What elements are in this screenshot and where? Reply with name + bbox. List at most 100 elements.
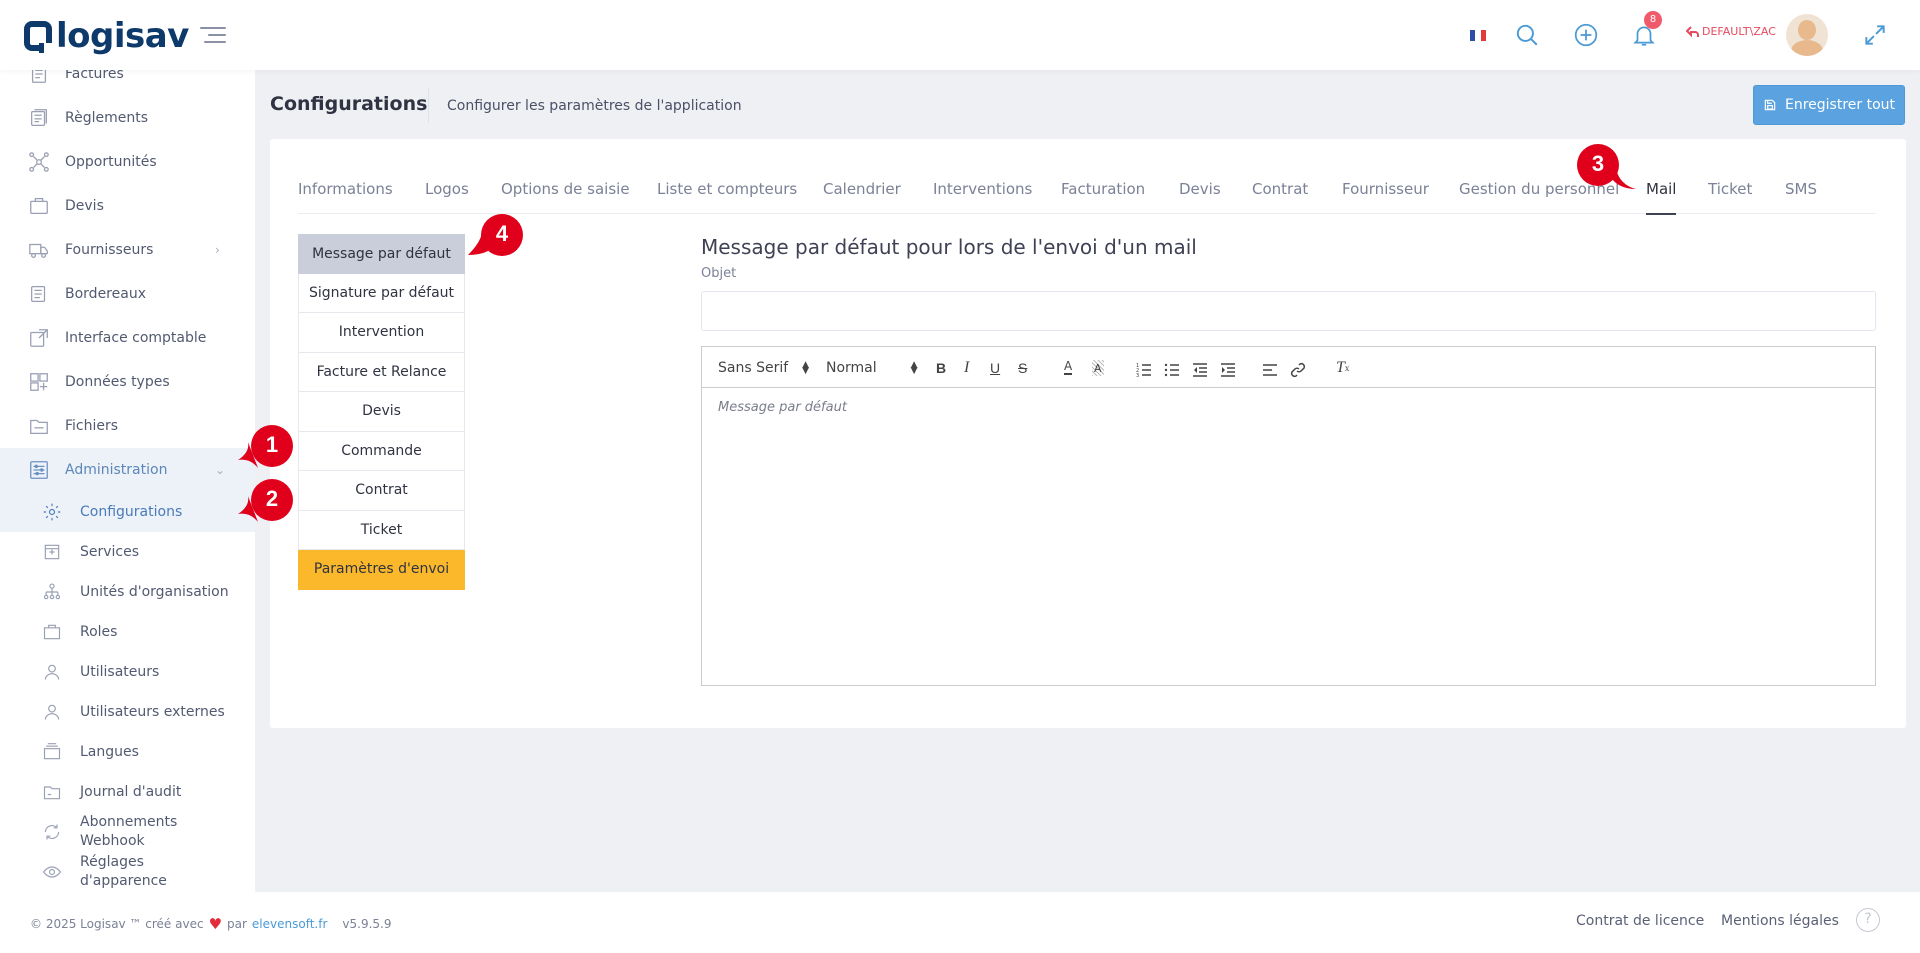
font-size-value: Normal: [826, 360, 877, 376]
app-logo[interactable]: logisav: [24, 16, 189, 56]
mail-nav-ticket[interactable]: Ticket: [298, 510, 465, 550]
text-color-icon[interactable]: A: [1064, 358, 1073, 375]
bullet-list-icon[interactable]: [1164, 360, 1180, 380]
sidebar-item-bordereaux[interactable]: Bordereaux: [0, 272, 255, 316]
link-icon[interactable]: [1290, 360, 1306, 380]
tab-facturation[interactable]: Facturation: [1061, 171, 1145, 214]
expand-icon[interactable]: [1862, 22, 1888, 48]
sidebar-subitem-label: Utilisateurs: [80, 663, 160, 680]
font-family-select[interactable]: Sans Serif ▲ ▼: [718, 358, 809, 378]
sidebar-subitem-webhook[interactable]: Abonnements Webhook: [0, 812, 255, 852]
mail-nav-signature[interactable]: Signature par défaut: [298, 273, 465, 313]
mail-nav-message-defaut[interactable]: Message par défaut: [298, 234, 465, 274]
document-stack-icon: [31, 286, 46, 302]
font-size-select[interactable]: Normal ▲ ▼: [826, 358, 918, 378]
callout-number: 3: [1591, 151, 1605, 176]
save-all-button[interactable]: Enregistrer tout: [1753, 85, 1905, 125]
sidebar-item-devis[interactable]: Devis: [0, 184, 255, 228]
network-icon: [29, 152, 49, 172]
tab-devis[interactable]: Devis: [1179, 171, 1221, 214]
tab-logos[interactable]: Logos: [425, 171, 469, 214]
tab-interventions[interactable]: Interventions: [933, 171, 1032, 214]
editor-body-placeholder[interactable]: Message par défaut: [718, 400, 847, 415]
sidebar-item-interface-comptable[interactable]: Interface comptable: [0, 316, 255, 360]
logo-text: logisav: [56, 16, 189, 56]
services-icon: [44, 544, 60, 560]
mail-nav-devis[interactable]: Devis: [298, 392, 465, 432]
sidebar-item-opportunites[interactable]: Opportunités: [0, 140, 255, 184]
background-color-icon[interactable]: A: [1092, 360, 1104, 376]
mail-nav-contrat[interactable]: Contrat: [298, 471, 465, 511]
bold-icon[interactable]: B: [936, 358, 946, 378]
add-circle-icon[interactable]: [1573, 22, 1599, 48]
mail-settings-nav: Message par défaut Signature par défaut …: [298, 234, 465, 590]
tab-mail[interactable]: Mail: [1646, 171, 1677, 215]
truck-icon: [29, 243, 48, 258]
org-chart-icon: [43, 583, 61, 600]
folder-icon: [30, 419, 48, 434]
underline-icon[interactable]: U: [990, 358, 1000, 378]
sidebar-subitem-langues[interactable]: Langues: [0, 732, 255, 772]
refresh-icon: [44, 824, 60, 840]
sidebar-subitem-utilisateurs-externes[interactable]: Utilisateurs externes: [0, 692, 255, 732]
settings-panel-icon: [30, 461, 48, 479]
tab-fournisseur[interactable]: Fournisseur: [1342, 171, 1429, 214]
strike-icon[interactable]: S: [1018, 358, 1027, 378]
indent-icon[interactable]: [1220, 360, 1236, 380]
font-family-value: Sans Serif: [718, 360, 789, 376]
sidebar-item-fichiers[interactable]: Fichiers: [0, 404, 255, 448]
tab-ticket[interactable]: Ticket: [1708, 171, 1752, 214]
clear-format-icon[interactable]: Tx: [1336, 358, 1349, 378]
subject-input[interactable]: [701, 291, 1876, 331]
mail-nav-intervention[interactable]: Intervention: [298, 313, 465, 353]
license-link[interactable]: Contrat de licence: [1576, 913, 1704, 929]
tab-liste-compteurs[interactable]: Liste et compteurs: [657, 171, 797, 214]
legal-link[interactable]: Mentions légales: [1721, 913, 1839, 929]
menu-toggle-icon[interactable]: [200, 27, 226, 48]
align-left-icon[interactable]: [1262, 360, 1278, 380]
form-title: Message par défaut pour lors de l'envoi …: [701, 235, 1197, 259]
sidebar-subitem-label: Langues: [80, 743, 139, 760]
sidebar-subitem-label: Abonnements Webhook: [80, 814, 178, 849]
sidebar-item-label: Fichiers: [65, 418, 119, 434]
gear-icon: [43, 503, 61, 521]
sidebar: Factures Règlements Opportunités Devis F…: [0, 70, 255, 892]
ordered-list-icon[interactable]: 123: [1136, 360, 1152, 380]
title-separator: [428, 88, 429, 123]
sidebar-subitem-apparence[interactable]: Réglages d'apparence: [0, 852, 255, 892]
tab-informations[interactable]: Informations: [298, 171, 393, 214]
mail-nav-facture-relance[interactable]: Facture et Relance: [298, 352, 465, 392]
sidebar-item-factures[interactable]: Factures: [0, 70, 255, 96]
help-icon[interactable]: ?: [1856, 908, 1880, 932]
tab-sms[interactable]: SMS: [1785, 171, 1817, 214]
sidebar-item-fournisseurs[interactable]: Fournisseurs ›: [0, 228, 255, 272]
sidebar-item-administration[interactable]: Administration ⌄: [0, 448, 255, 492]
sidebar-subitem-label: Unités d'organisation: [80, 583, 229, 600]
sidebar-item-reglements[interactable]: Règlements: [0, 96, 255, 140]
sidebar-item-label: Devis: [65, 198, 104, 214]
search-icon[interactable]: [1514, 22, 1540, 48]
sidebar-subitem-unites[interactable]: Unités d'organisation: [0, 572, 255, 612]
outdent-icon[interactable]: [1192, 360, 1208, 380]
company-link[interactable]: elevensoft.fr: [252, 917, 327, 931]
tab-calendrier[interactable]: Calendrier: [823, 171, 901, 214]
italic-icon[interactable]: I: [964, 358, 969, 378]
footer: © 2025 Logisav ™ créé avec ♥ par elevens…: [0, 892, 1920, 953]
tab-contrat[interactable]: Contrat: [1252, 171, 1308, 214]
sidebar-item-label: Factures: [65, 70, 124, 82]
sidebar-subitem-services[interactable]: Services: [0, 532, 255, 572]
tab-options-saisie[interactable]: Options de saisie: [501, 171, 630, 214]
sidebar-subitem-roles[interactable]: Roles: [0, 612, 255, 652]
chevron-down-icon: ⌄: [215, 463, 226, 477]
avatar[interactable]: [1786, 14, 1828, 56]
sidebar-subitem-journal[interactable]: Journal d'audit: [0, 772, 255, 812]
user-label[interactable]: DEFAULT\ZAC: [1686, 25, 1776, 38]
sidebar-item-donnees-types[interactable]: Données types: [0, 360, 255, 404]
sidebar-subitem-utilisateurs[interactable]: Utilisateurs: [0, 652, 255, 692]
sidebar-subitem-configurations[interactable]: Configurations: [0, 492, 255, 532]
mail-nav-commande[interactable]: Commande: [298, 431, 465, 471]
logo-mark: [24, 21, 54, 53]
user-name: DEFAULT\ZAC: [1702, 25, 1776, 38]
mail-nav-parametres-envoi[interactable]: Paramètres d'envoi: [298, 550, 465, 590]
flag-fr-icon[interactable]: [1470, 30, 1486, 41]
